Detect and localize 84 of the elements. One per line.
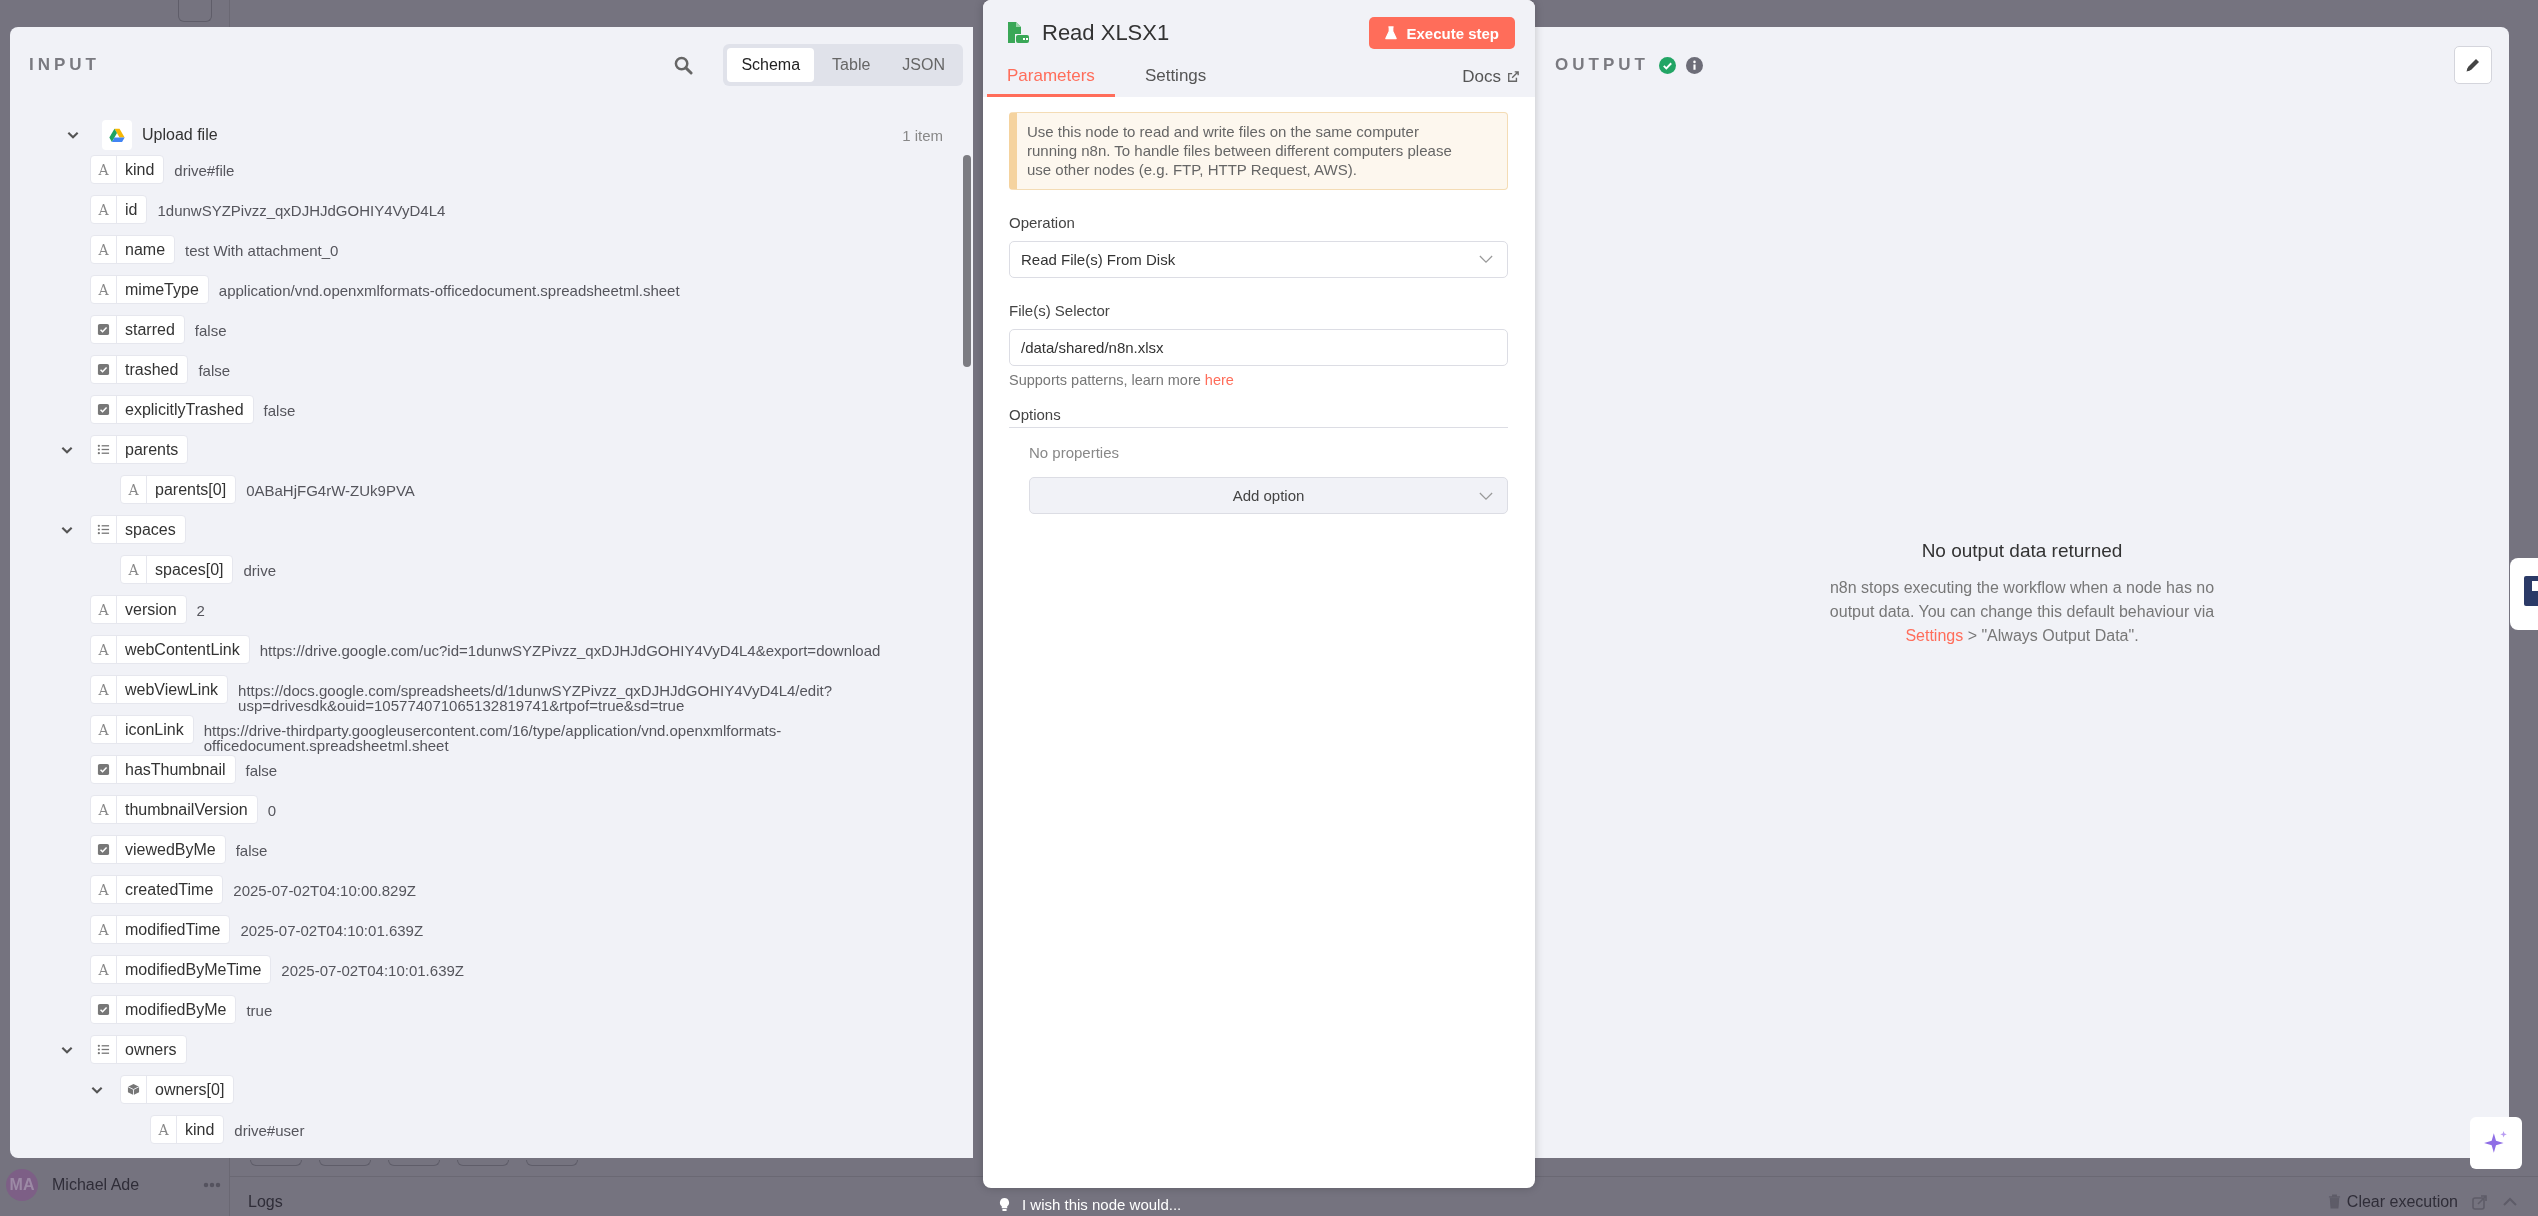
- field-tag[interactable]: spaces: [90, 515, 186, 544]
- field-tag[interactable]: A kind: [90, 155, 165, 184]
- field-tag[interactable]: A name: [90, 235, 176, 264]
- field-tag[interactable]: A thumbnailVersion: [90, 795, 258, 824]
- field-value: false: [198, 361, 231, 378]
- view-tab[interactable]: Table: [818, 48, 885, 82]
- field-tag[interactable]: trashed: [90, 355, 189, 384]
- options-label: Options: [1009, 406, 1508, 428]
- field-tag[interactable]: hasThumbnail: [90, 755, 236, 784]
- trash-icon: [2327, 1194, 2341, 1209]
- triangle-logo-icon: [109, 128, 125, 142]
- item-count: 1 item: [902, 126, 943, 144]
- field-value: 0: [267, 801, 277, 818]
- field-value: true: [246, 1001, 273, 1018]
- field-value: 2025-07-02T04:10:01.639Z: [281, 961, 464, 978]
- field-tag[interactable]: modifiedByMe: [90, 995, 237, 1024]
- field-value: 2: [196, 601, 205, 618]
- field-value: false: [245, 761, 278, 778]
- feedback-link[interactable]: I wish this node would...: [999, 1196, 1182, 1213]
- chevron-down-icon: [1479, 492, 1493, 501]
- field-value: https://docs.google.com/spreadsheets/d/1dunwSYZPivzz_qxDJHJdGOHIY4VyD4L4/edit?usp=drivesdk&ouid=105774071065132819741&rtpof=true&sd=true: [238, 681, 833, 713]
- field-tag[interactable]: owners[0]: [120, 1075, 235, 1104]
- field-value: drive#user: [234, 1121, 305, 1138]
- hint-text: Supports patterns, learn more here: [1009, 372, 1235, 388]
- field-value: 2025-07-02T04:10:00.829Z: [233, 881, 416, 898]
- info-icon[interactable]: [1685, 56, 1703, 74]
- add-option-button[interactable]: Add option: [1029, 477, 1508, 514]
- field-value: https://drive-thirdparty.googleusercontent.com/16/type/application/vnd.openxmlformats-officedocument.spreadsheetml.sheet: [203, 721, 783, 753]
- flask-icon: [1385, 26, 1398, 40]
- field-value: drive#file: [174, 161, 235, 178]
- field-value: application/vnd.openxmlformats-officedocument.spreadsheetml.sheet: [218, 281, 680, 298]
- notice: Use this node to read and write files on the same computer running n8n. To handle files between different computers please use other nodes (e.g. FTP, HTTP Request, AWS).: [1009, 112, 1508, 190]
- field-tag[interactable]: parents: [90, 435, 189, 464]
- field-tag[interactable]: A webViewLink: [90, 675, 229, 704]
- view-tab[interactable]: JSON: [888, 48, 959, 82]
- chevron-down-icon: [1479, 255, 1493, 264]
- field-value: false: [263, 401, 296, 418]
- field-value: 1dunwSYZPivzz_qxDJHJdGOHIY4VyD4L4: [157, 201, 446, 218]
- field-tag[interactable]: A modifiedTime: [90, 915, 231, 944]
- success-check-icon: [1658, 56, 1676, 74]
- field-value: false: [194, 321, 227, 338]
- field-label: Operation: [1009, 214, 1076, 231]
- field-label: File(s) Selector: [1009, 302, 1111, 319]
- field-tag[interactable]: starred: [90, 315, 185, 344]
- field-tag[interactable]: A modifiedByMeTime: [90, 955, 272, 984]
- field-tag[interactable]: A webContentLink: [90, 635, 250, 664]
- field-tag[interactable]: A parents[0]: [120, 475, 237, 504]
- lightbulb-icon: [999, 1197, 1010, 1212]
- user-name: Michael Ade: [52, 1176, 141, 1194]
- empty-title: No output data returned: [1921, 540, 2123, 562]
- pencil-icon: [2465, 57, 2481, 73]
- search-icon[interactable]: [674, 55, 694, 75]
- ai-assistant-button[interactable]: [2470, 1117, 2522, 1169]
- field-tag[interactable]: A spaces[0]: [120, 555, 234, 584]
- field-tag[interactable]: A iconLink: [90, 715, 194, 744]
- field-tag[interactable]: A kind: [150, 1115, 225, 1144]
- input-field[interactable]: /data/shared/n8n.xlsx: [1009, 329, 1508, 366]
- view-tab[interactable]: Schema: [727, 48, 815, 82]
- dropdown[interactable]: Read File(s) From Disk: [1009, 241, 1508, 278]
- external-link-icon: [1507, 71, 1519, 83]
- empty-text: No properties: [1029, 444, 1121, 461]
- node-name: Upload file: [142, 126, 219, 144]
- field-tag[interactable]: A mimeType: [90, 275, 209, 304]
- tab[interactable]: Settings: [1124, 66, 1227, 97]
- field-tag[interactable]: A id: [90, 195, 148, 224]
- field-tag[interactable]: A createdTime: [90, 875, 224, 904]
- edit-button[interactable]: [2454, 46, 2492, 84]
- panel-title: INPUT: [29, 55, 100, 75]
- field-value: https://drive.google.com/uc?id=1dunwSYZPivzz_qxDJHJdGOHIY4VyD4L4&export=download: [259, 641, 881, 658]
- field-tag[interactable]: owners: [90, 1035, 187, 1064]
- panel-title: OUTPUT: [1555, 55, 1649, 75]
- field-value: 0ABaHjFG4rW-ZUk9PVA: [246, 481, 415, 498]
- field-value: 2025-07-02T04:10:01.639Z: [240, 921, 424, 938]
- field-value: test With attachment_0: [185, 241, 339, 258]
- empty-message: n8n stops executing the workflow when a node has no output data. You can change this default behaviour via Settings > "Always Output Data".: [1828, 578, 2216, 646]
- docs-link[interactable]: Docs: [1462, 67, 1519, 97]
- node-title: Read XLSX1: [1042, 20, 1171, 46]
- side-tab[interactable]: [2510, 558, 2538, 630]
- field-tag[interactable]: explicitlyTrashed: [90, 395, 254, 424]
- field-tag[interactable]: A version: [90, 595, 187, 624]
- file-drive-icon: [1006, 21, 1030, 45]
- field-value: drive: [243, 561, 276, 578]
- field-value: false: [235, 841, 268, 858]
- field-tag[interactable]: viewedByMe: [90, 835, 226, 864]
